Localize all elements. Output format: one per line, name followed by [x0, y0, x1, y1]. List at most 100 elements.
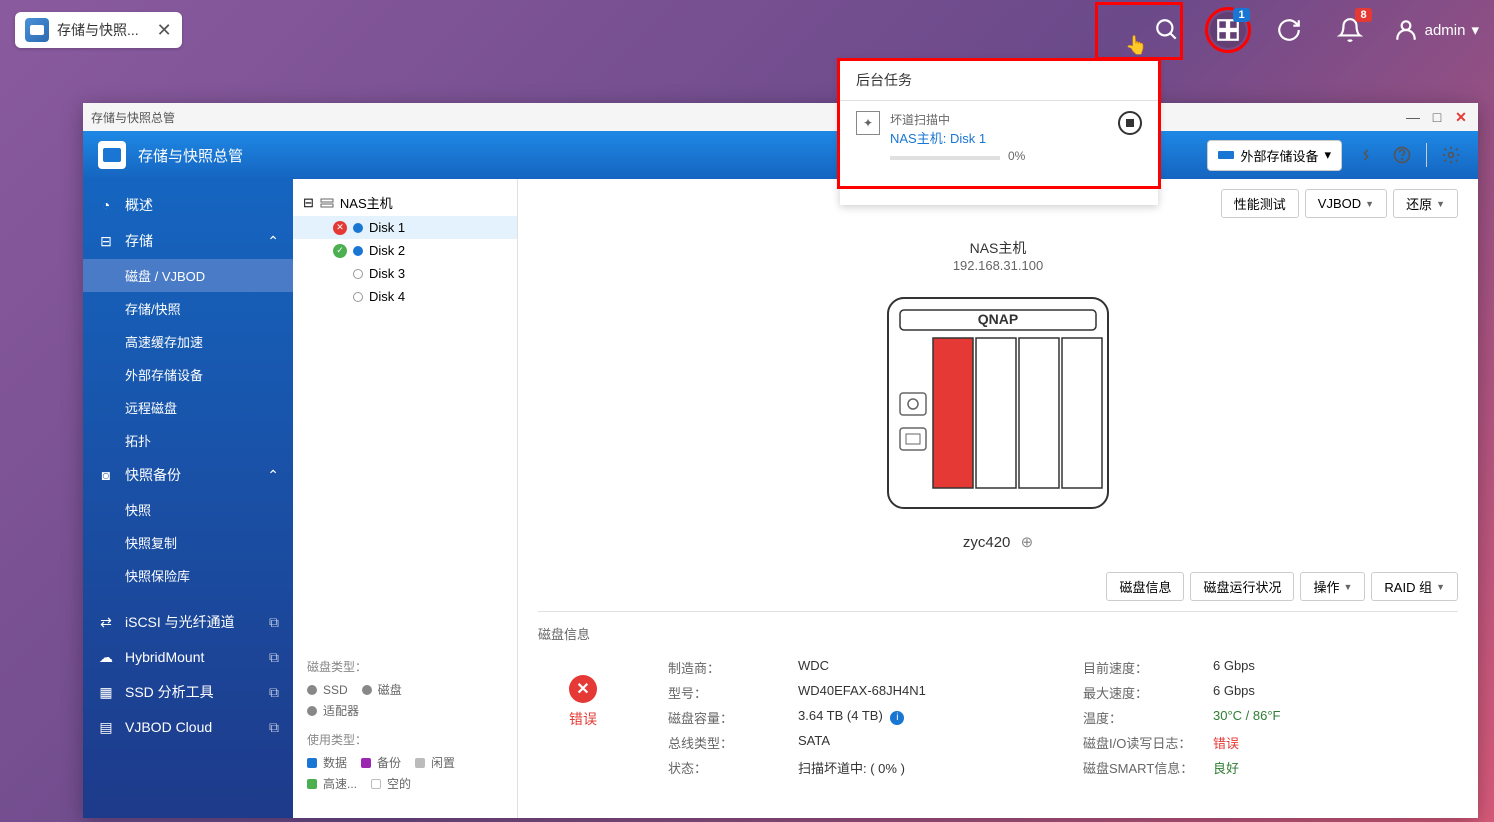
user-menu[interactable]: admin ▾	[1393, 17, 1479, 43]
minimize-button[interactable]: —	[1404, 108, 1422, 126]
chevron-down-icon: ▾	[1324, 147, 1331, 163]
chevron-down-icon: ▼	[1436, 199, 1445, 209]
chevron-up-icon: ⌃	[267, 467, 279, 484]
manufacturer-value: WDC	[798, 658, 829, 677]
bg-task-item[interactable]: ✦ 坏道扫描中 NAS主机: Disk 1 0%	[840, 101, 1158, 175]
external-link-icon: ⧉	[269, 649, 279, 666]
sidebar-item-disk-vjbod[interactable]: 磁盘 / VJBOD	[83, 259, 293, 292]
external-link-icon: ⧉	[269, 719, 279, 736]
taskbar-app[interactable]: 存储与快照... ✕	[15, 12, 182, 48]
status-text: 错误	[538, 709, 628, 729]
close-icon[interactable]: ✕	[157, 20, 172, 41]
notification-badge: 8	[1355, 8, 1371, 22]
svg-text:QNAP: QNAP	[978, 311, 1018, 327]
nas-device-diagram: QNAP	[878, 288, 1118, 518]
bg-task-popup: 后台任务 ✦ 坏道扫描中 NAS主机: Disk 1 0%	[840, 60, 1158, 205]
sidebar-item-ext-storage[interactable]: 外部存储设备	[83, 358, 293, 391]
storage-icon	[25, 18, 49, 42]
sidebar-item-snapshot[interactable]: 快照	[83, 493, 293, 526]
dashboard-badge: 1	[1233, 8, 1249, 22]
main-content: 性能测试 VJBOD▼ 还原▼ NAS主机 192.168.31.100 〈 〉…	[518, 179, 1478, 818]
info-icon[interactable]: i	[890, 711, 904, 725]
io-log-value: 错误	[1213, 733, 1239, 752]
empty-disk-icon	[353, 269, 363, 279]
sidebar-item-remote-disk[interactable]: 远程磁盘	[83, 391, 293, 424]
link-icon: ⇄	[97, 613, 115, 631]
perf-test-button[interactable]: 性能测试	[1221, 189, 1299, 218]
window-titlebar-title: 存储与快照总管	[91, 109, 1404, 126]
main-window: 存储与快照总管 — □ ✕ 存储与快照总管 外部存储设备 ▾	[83, 103, 1478, 818]
disk-icon	[353, 223, 363, 233]
sidebar-item-overview[interactable]: ◔ 概述	[83, 187, 293, 223]
ok-icon: ✓	[333, 244, 347, 258]
sidebar-item-ssd-tool[interactable]: ▦ SSD 分析工具 ⧉	[83, 674, 293, 710]
sidebar-item-vjbod-cloud[interactable]: ▤ VJBOD Cloud ⧉	[83, 710, 293, 744]
capacity-value: 3.64 TB (4 TB) i	[798, 708, 904, 727]
search-icon[interactable]	[1149, 12, 1185, 48]
progress-bar	[890, 156, 1000, 160]
maximize-button[interactable]: □	[1428, 108, 1446, 126]
disk-info-button[interactable]: 磁盘信息	[1106, 572, 1184, 601]
storage-icon	[98, 141, 126, 169]
sidebar-item-snapshot-copy[interactable]: 快照复制	[83, 526, 293, 559]
restore-button[interactable]: 还原▼	[1393, 189, 1458, 218]
nas-model: zyc420	[963, 534, 1011, 551]
progress-pct: 0%	[1008, 149, 1025, 163]
model-value: WD40EFAX-68JH4N1	[798, 683, 926, 702]
tree-disk2[interactable]: ✓ Disk 2	[293, 239, 517, 262]
chevron-down-icon: ▾	[1471, 21, 1479, 39]
clock-icon: ◔	[97, 196, 115, 214]
collapse-icon: ⊟	[303, 195, 314, 211]
storage-icon: ⊟	[97, 232, 115, 250]
sidebar-item-iscsi[interactable]: ⇄ iSCSI 与光纤通道 ⧉	[83, 604, 293, 640]
ssd-icon: ▦	[97, 683, 115, 701]
sidebar-item-topology[interactable]: 拓扑	[83, 424, 293, 457]
raid-group-button[interactable]: RAID 组▼	[1371, 572, 1458, 601]
temp-value: 30°C / 86°F	[1213, 708, 1280, 727]
task-target: NAS主机: Disk 1	[890, 128, 1108, 147]
dashboard-icon[interactable]: 1	[1210, 12, 1246, 48]
zoom-icon[interactable]: ⊕	[1021, 533, 1034, 551]
error-icon: ✕	[569, 675, 597, 703]
cloud-icon: ▤	[97, 718, 115, 736]
nas-ip: 192.168.31.100	[538, 258, 1458, 273]
vjbod-button[interactable]: VJBOD▼	[1305, 189, 1387, 218]
sidebar-item-snapshot-vault[interactable]: 快照保险库	[83, 559, 293, 592]
app-title: 存储与快照...	[57, 20, 139, 40]
smart-value: 良好	[1213, 758, 1239, 777]
notification-icon[interactable]: 8	[1332, 12, 1368, 48]
sync-icon[interactable]	[1271, 12, 1307, 48]
cur-speed-value: 6 Gbps	[1213, 658, 1255, 677]
tree-disk4[interactable]: Disk 4	[293, 285, 517, 308]
camera-icon: ◙	[97, 466, 115, 484]
gear-icon[interactable]	[1439, 143, 1463, 167]
external-storage-button[interactable]: 外部存储设备 ▾	[1207, 140, 1342, 171]
stop-button[interactable]	[1118, 111, 1142, 135]
settings-icon[interactable]	[1354, 143, 1378, 167]
tree-root-nas[interactable]: ⊟ NAS主机	[293, 189, 517, 216]
empty-disk-icon	[353, 292, 363, 302]
task-type: 坏道扫描中	[890, 111, 1108, 128]
bus-value: SATA	[798, 733, 830, 752]
activity-icon: ✦	[856, 111, 880, 135]
disk-icon	[353, 246, 363, 256]
chevron-up-icon: ⌃	[267, 233, 279, 250]
sidebar-item-cache[interactable]: 高速缓存加速	[83, 325, 293, 358]
help-icon[interactable]	[1390, 143, 1414, 167]
disk-info-title: 磁盘信息	[538, 624, 1458, 643]
disk-status-button[interactable]: 磁盘运行状况	[1190, 572, 1294, 601]
disk-tree-panel: ⊟ NAS主机 ✕ Disk 1 ✓ Disk 2 Disk 3	[293, 179, 518, 818]
sidebar-item-snapshot-backup[interactable]: ◙ 快照备份 ⌃	[83, 457, 293, 493]
chevron-down-icon: ▼	[1343, 582, 1352, 592]
max-speed-value: 6 Gbps	[1213, 683, 1255, 702]
sidebar-item-storage-snapshot[interactable]: 存储/快照	[83, 292, 293, 325]
close-button[interactable]: ✕	[1452, 108, 1470, 126]
state-value: 扫描坏道中: ( 0% )	[798, 758, 905, 777]
tree-disk1[interactable]: ✕ Disk 1	[293, 216, 517, 239]
sidebar-item-storage[interactable]: ⊟ 存储 ⌃	[83, 223, 293, 259]
sidebar: ◔ 概述 ⊟ 存储 ⌃ 磁盘 / VJBOD 存储/快照 高速缓存加速 外部存储…	[83, 179, 293, 818]
operation-button[interactable]: 操作▼	[1300, 572, 1365, 601]
tree-disk3[interactable]: Disk 3	[293, 262, 517, 285]
external-link-icon: ⧉	[269, 684, 279, 701]
sidebar-item-hybridmount[interactable]: ☁ HybridMount ⧉	[83, 640, 293, 674]
